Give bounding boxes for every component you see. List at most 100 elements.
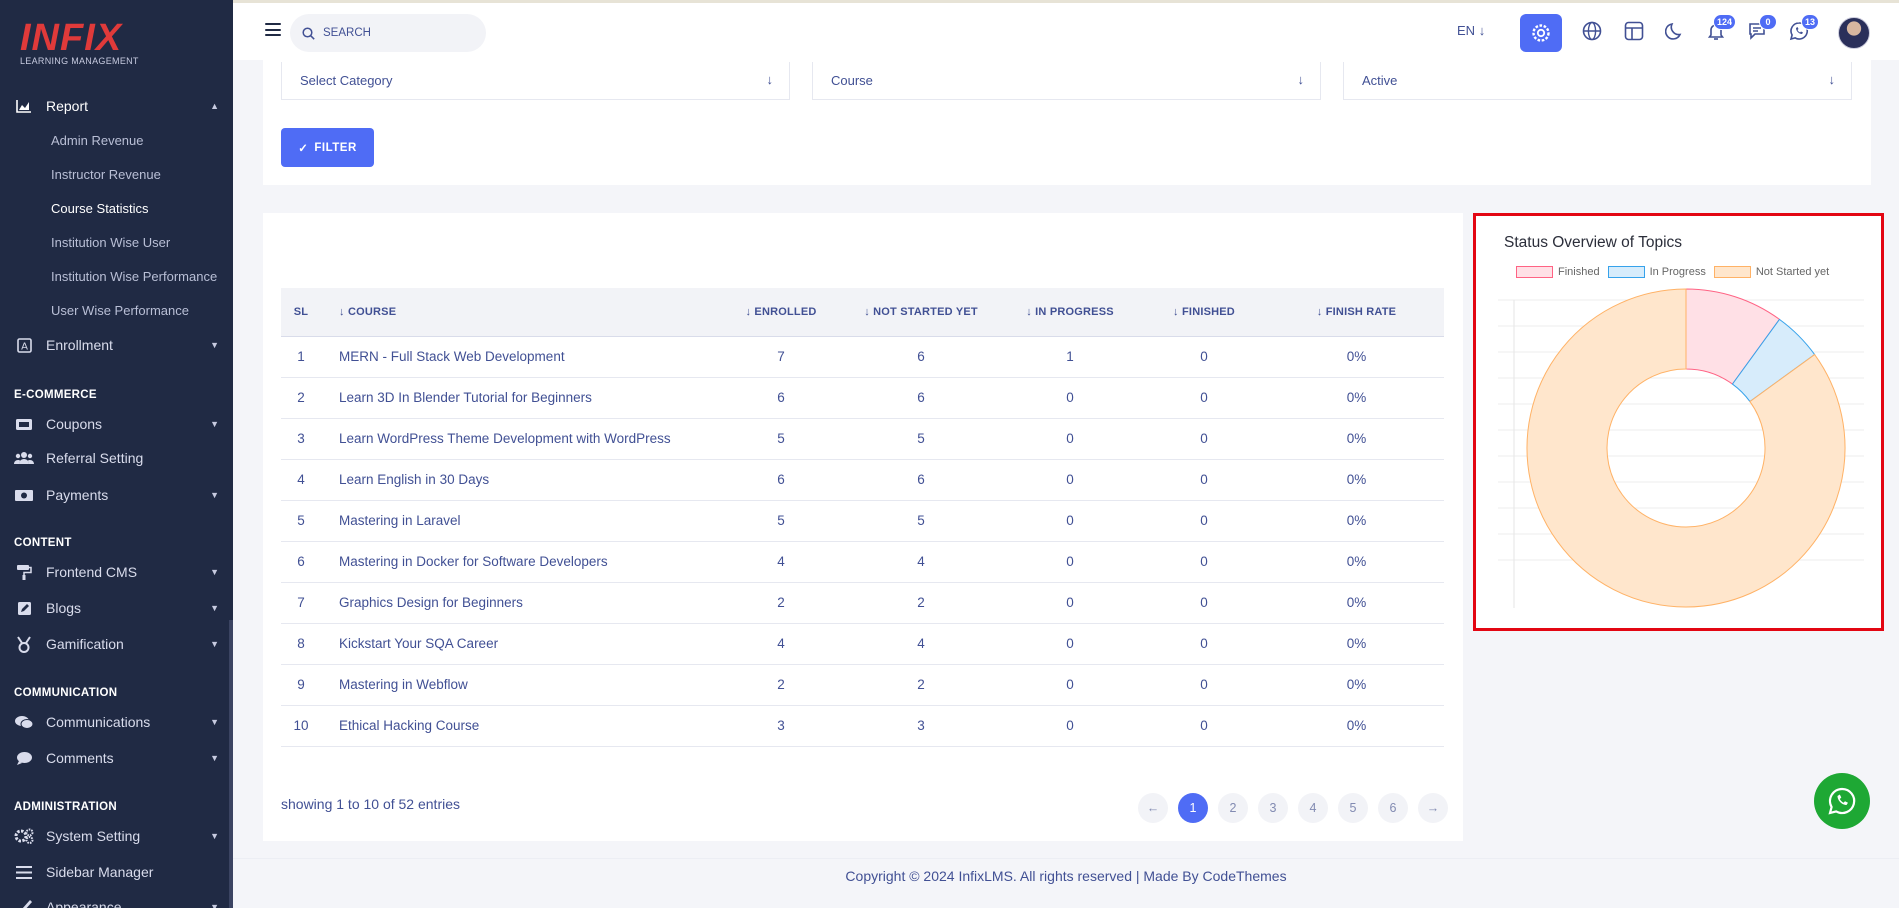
- sidebar-sub-instructor-revenue[interactable]: Instructor Revenue: [51, 167, 161, 182]
- cell-course: Mastering in Docker for Software Develop…: [321, 541, 721, 583]
- course-select[interactable]: Course ↓: [812, 62, 1321, 100]
- page-button-3[interactable]: 3: [1258, 793, 1288, 823]
- search-input[interactable]: [323, 27, 463, 39]
- cell-finished: 0: [1139, 418, 1269, 460]
- menu-toggle-icon[interactable]: [265, 23, 281, 36]
- cell-course: Graphics Design for Beginners: [321, 582, 721, 624]
- cell-enrolled: 2: [721, 582, 841, 624]
- page-button-5[interactable]: 5: [1338, 793, 1368, 823]
- arrow-down-icon: ↓: [1828, 72, 1836, 87]
- sidebar-scrollbar[interactable]: [229, 620, 233, 908]
- cell-sl: 10: [281, 705, 321, 747]
- cell-not-started: 2: [841, 582, 1001, 624]
- col-header-in-progress[interactable]: ↓ IN PROGRESS: [1001, 288, 1139, 337]
- chart-title: Status Overview of Topics: [1504, 234, 1683, 251]
- filter-button-label: FILTER: [314, 141, 357, 154]
- cell-in-progress: 0: [1001, 418, 1139, 460]
- chart-area-icon: [14, 98, 34, 114]
- whatsapp-float-button[interactable]: [1814, 773, 1870, 829]
- cell-not-started: 4: [841, 541, 1001, 583]
- caret-down-icon: ▼: [210, 717, 219, 727]
- cell-course: MERN - Full Stack Web Development: [321, 336, 721, 378]
- sidebar-item-communications[interactable]: Communications ▼: [14, 711, 219, 733]
- prev-page-button[interactable]: ←: [1138, 793, 1168, 823]
- globe-icon: [1582, 21, 1602, 41]
- page-button-4[interactable]: 4: [1298, 793, 1328, 823]
- category-select[interactable]: Select Category ↓: [281, 62, 790, 100]
- sidebar-sub-admin-revenue[interactable]: Admin Revenue: [51, 133, 144, 148]
- legend-item-not-started[interactable]: Not Started yet: [1713, 266, 1829, 278]
- cell-sl: 6: [281, 541, 321, 583]
- arrow-down-icon: ↓: [1297, 72, 1305, 87]
- sidebar-item-referral-setting[interactable]: Referral Setting: [14, 447, 219, 469]
- logo-brand: INFIX: [20, 17, 123, 59]
- cell-not-started: 6: [841, 459, 1001, 501]
- caret-down-icon: ▼: [210, 603, 219, 613]
- sidebar-item-gamification[interactable]: Gamification ▼: [14, 633, 219, 655]
- section-title-communication: COMMUNICATION: [14, 687, 118, 699]
- col-header-finished[interactable]: ↓ FINISHED: [1139, 288, 1269, 337]
- col-header-sl[interactable]: SL: [281, 288, 321, 337]
- cell-finished: 0: [1139, 459, 1269, 501]
- col-header-finish-rate[interactable]: ↓ FINISH RATE: [1269, 288, 1444, 337]
- paint-roller-icon: [14, 564, 34, 580]
- status-select[interactable]: Active ↓: [1343, 62, 1852, 100]
- legend-item-in-progress[interactable]: In Progress: [1607, 266, 1706, 278]
- col-header-enrolled[interactable]: ↓ ENROLLED: [721, 288, 841, 337]
- cell-enrolled: 4: [721, 541, 841, 583]
- cell-finished: 0: [1139, 541, 1269, 583]
- sidebar-item-blogs[interactable]: Blogs ▼: [14, 597, 219, 619]
- sidebar-item-frontend-cms[interactable]: Frontend CMS ▼: [14, 561, 219, 583]
- sidebar-item-enrollment[interactable]: A Enrollment ▼: [14, 334, 219, 356]
- logo[interactable]: INFIX LEARNING MANAGEMENT: [20, 18, 139, 66]
- category-select-value: Select Category: [300, 73, 393, 88]
- sidebar-sub-institution-wise-performance[interactable]: Institution Wise Performance: [51, 269, 217, 284]
- settings-button[interactable]: [1520, 14, 1562, 52]
- globe-button[interactable]: [1581, 20, 1603, 42]
- table-row: 9 Mastering in Webflow 2 2 0 0 0%: [281, 664, 1444, 706]
- legend-item-finished[interactable]: Finished: [1516, 266, 1600, 278]
- avatar[interactable]: [1838, 17, 1870, 49]
- page-button-6[interactable]: 6: [1378, 793, 1408, 823]
- sidebar-item-report[interactable]: Report ▲: [14, 95, 219, 117]
- search-box[interactable]: [290, 14, 486, 52]
- cell-course: Learn 3D In Blender Tutorial for Beginne…: [321, 377, 721, 419]
- sidebar-item-coupons[interactable]: Coupons ▼: [14, 413, 219, 435]
- col-header-course[interactable]: ↓ COURSE: [321, 288, 721, 337]
- page-button-1[interactable]: 1: [1178, 793, 1208, 823]
- language-selector[interactable]: EN ↓: [1457, 23, 1485, 38]
- sidebar-sub-institution-wise-user[interactable]: Institution Wise User: [51, 235, 170, 250]
- moon-icon: [1665, 22, 1682, 40]
- layout-button[interactable]: [1623, 20, 1645, 42]
- filter-button[interactable]: ✓ FILTER: [281, 128, 374, 167]
- sort-arrow-icon: ↓: [864, 305, 874, 318]
- sidebar-item-system-setting[interactable]: System Setting ▼: [14, 825, 219, 847]
- logo-tagline: LEARNING MANAGEMENT: [20, 56, 139, 66]
- sidebar-sub-course-statistics[interactable]: Course Statistics: [51, 201, 149, 216]
- course-select-value: Course: [831, 73, 873, 88]
- bars-icon: [14, 864, 34, 880]
- dark-mode-button[interactable]: [1664, 20, 1686, 42]
- cell-finish-rate: 0%: [1269, 500, 1444, 542]
- messages-button[interactable]: 0: [1746, 14, 1777, 42]
- sidebar-item-label: Referral Setting: [46, 450, 144, 466]
- table-header: SL ↓ COURSE ↓ ENROLLED ↓ NOT STARTED YET…: [281, 288, 1444, 337]
- cell-finish-rate: 0%: [1269, 664, 1444, 706]
- table-row: 4 Learn English in 30 Days 6 6 0 0 0%: [281, 459, 1444, 501]
- cell-sl: 5: [281, 500, 321, 542]
- sidebar-sub-user-wise-performance[interactable]: User Wise Performance: [51, 303, 189, 318]
- legend-swatch-in-progress: [1607, 266, 1645, 278]
- chart-legend: Finished In Progress Not Started yet: [1516, 266, 1829, 278]
- sidebar-item-payments[interactable]: Payments ▼: [14, 484, 219, 506]
- sidebar-item-appearance[interactable]: Appearance ▼: [14, 896, 219, 908]
- page-button-2[interactable]: 2: [1218, 793, 1248, 823]
- table-row: 10 Ethical Hacking Course 3 3 0 0 0%: [281, 705, 1444, 747]
- notifications-button[interactable]: 124: [1705, 14, 1736, 42]
- col-header-not-started[interactable]: ↓ NOT STARTED YET: [841, 288, 1001, 337]
- cell-enrolled: 6: [721, 377, 841, 419]
- whatsapp-topbar-button[interactable]: 13: [1788, 14, 1819, 42]
- sort-arrow-icon: ↓: [1316, 305, 1326, 318]
- sidebar-item-comments[interactable]: Comments ▼: [14, 747, 219, 769]
- sidebar-item-sidebar-manager[interactable]: Sidebar Manager: [14, 861, 219, 883]
- next-page-button[interactable]: →: [1418, 793, 1448, 823]
